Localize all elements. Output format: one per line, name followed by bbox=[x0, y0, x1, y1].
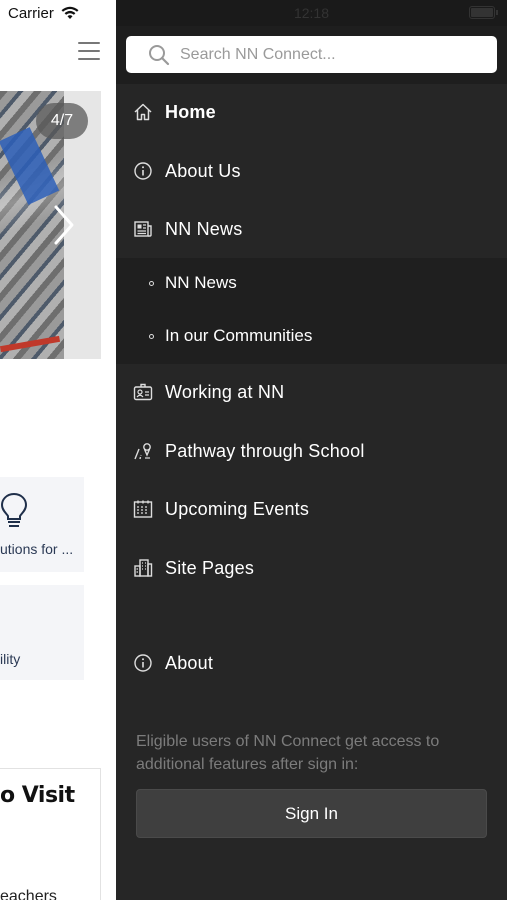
search-icon bbox=[149, 44, 170, 65]
menu-item-label: Site Pages bbox=[165, 557, 255, 578]
menu-item-nn-news[interactable]: NN News bbox=[116, 204, 507, 254]
carousel-counter: 4/7 bbox=[36, 103, 88, 139]
submenu-item-in-our-communities[interactable]: In our Communities bbox=[116, 311, 507, 361]
battery-icon bbox=[469, 6, 498, 19]
wifi-icon bbox=[61, 6, 79, 19]
menu-item-about[interactable]: About bbox=[116, 638, 507, 688]
menu-item-label: Pathway through School bbox=[165, 440, 365, 461]
calendar-icon bbox=[133, 499, 153, 519]
feature-card-label: ility bbox=[0, 651, 21, 667]
sign-in-button[interactable]: Sign In bbox=[136, 789, 487, 838]
menu-item-working-at-nn[interactable]: Working at NN bbox=[116, 367, 507, 417]
search-bar[interactable] bbox=[126, 36, 497, 73]
menu-item-label: Upcoming Events bbox=[165, 498, 310, 519]
info-icon bbox=[133, 161, 153, 181]
home-icon bbox=[133, 102, 153, 122]
status-time: 12:18 bbox=[293, 5, 330, 21]
menu-item-label: About bbox=[165, 652, 214, 673]
hamburger-menu-icon[interactable] bbox=[78, 42, 100, 60]
menu-item-home[interactable]: Home bbox=[116, 87, 507, 137]
image-carousel[interactable]: 4/7 bbox=[0, 91, 101, 359]
search-input[interactable] bbox=[180, 45, 480, 64]
signin-note: Eligible users of NN Connect get access … bbox=[136, 733, 440, 773]
bullet-icon bbox=[149, 280, 154, 286]
menu-item-upcoming-events[interactable]: Upcoming Events bbox=[116, 484, 507, 534]
info-icon bbox=[133, 653, 153, 673]
menu-item-label: Working at NN bbox=[165, 381, 285, 402]
navigation-drawer: 12:18 Home About Us NN News NN News bbox=[116, 0, 507, 900]
status-bar-right: 12:18 bbox=[116, 0, 507, 26]
menu-item-label: NN News bbox=[165, 218, 243, 239]
submenu-item-label: NN News bbox=[165, 273, 237, 292]
visit-card-title: o Visit bbox=[0, 783, 75, 808]
feature-card-label: utions for ... bbox=[0, 541, 74, 557]
chevron-right-icon[interactable] bbox=[52, 203, 76, 247]
menu-item-label: About Us bbox=[165, 160, 241, 181]
carrier-label: Carrier bbox=[8, 4, 54, 22]
status-bar-left: Carrier bbox=[8, 4, 80, 22]
pathway-icon bbox=[133, 441, 153, 461]
bullet-icon bbox=[149, 333, 154, 339]
submenu-item-label: In our Communities bbox=[165, 326, 313, 345]
background-page: Carrier 4/7 utions for ... ility o Visit… bbox=[0, 0, 116, 900]
lightbulb-icon bbox=[0, 492, 28, 527]
submenu-item-nn-news[interactable]: NN News bbox=[116, 258, 507, 308]
menu-item-about-us[interactable]: About Us bbox=[116, 146, 507, 196]
buildings-icon bbox=[133, 558, 153, 578]
menu-item-label: Home bbox=[165, 101, 216, 122]
id-badge-icon bbox=[133, 382, 153, 402]
newspaper-icon bbox=[133, 219, 153, 239]
visit-card-subtitle: eachers bbox=[0, 888, 57, 900]
menu-item-site-pages[interactable]: Site Pages bbox=[116, 543, 507, 593]
nn-news-submenu: NN News In our Communities bbox=[116, 258, 507, 364]
menu-item-pathway-through-school[interactable]: Pathway through School bbox=[116, 426, 507, 476]
